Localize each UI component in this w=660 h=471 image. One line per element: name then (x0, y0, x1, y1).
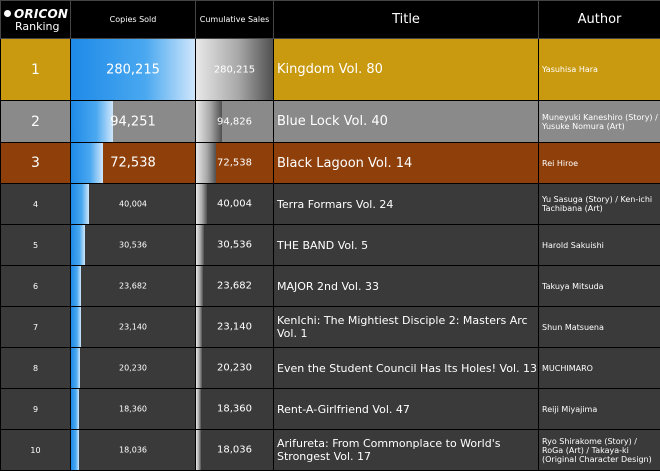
copies-sold-cell: 20,230 (71, 348, 196, 389)
rank-cell: 6 (1, 266, 71, 307)
copies-value: 72,538 (71, 156, 195, 171)
title-cell: Even the Student Council Has Its Holes! … (274, 348, 539, 389)
rank-cell: 8 (1, 348, 71, 389)
cumulative-value: 30,536 (196, 240, 273, 251)
author-cell: Rei Hiroe (539, 143, 660, 184)
author-cell: Reiji Miyajima (539, 389, 660, 430)
cumulative-sales-cell: 72,538 (196, 143, 274, 184)
cumulative-sales-cell: 18,036 (196, 430, 274, 471)
title-header: Title (274, 1, 539, 39)
oricon-logo-icon (4, 10, 11, 17)
title-cell: THE BAND Vol. 5 (274, 225, 539, 266)
title-cell: KenIchi: The Mightiest Disciple 2: Maste… (274, 307, 539, 348)
copies-sold-cell: 280,215 (71, 39, 196, 101)
cumulative-value: 94,826 (196, 116, 273, 127)
author-cell: Yasuhisa Hara (539, 39, 660, 101)
author-cell: Yu Sasuga (Story) / Ken-ichi Tachibana (… (539, 184, 660, 225)
title-cell: Blue Lock Vol. 40 (274, 101, 539, 143)
copies-sold-cell: 18,036 (71, 430, 196, 471)
table-row: 723,14023,140KenIchi: The Mightiest Disc… (1, 307, 660, 348)
title-cell: Black Lagoon Vol. 14 (274, 143, 539, 184)
cumulative-value: 23,140 (196, 322, 273, 333)
cumulative-value: 40,004 (196, 199, 273, 210)
table-row: 1280,215280,215Kingdom Vol. 80Yasuhisa H… (1, 39, 660, 101)
copies-sold-cell: 18,360 (71, 389, 196, 430)
table-row: 918,36018,360Rent-A-Girlfriend Vol. 47Re… (1, 389, 660, 430)
copies-value: 40,004 (71, 200, 195, 209)
author-cell: Ryo Shirakome (Story) / RoGa (Art) / Tak… (539, 430, 660, 471)
copies-sold-header: Copies Sold (71, 1, 196, 39)
cumulative-sales-cell: 280,215 (196, 39, 274, 101)
author-header: Author (539, 1, 660, 39)
title-cell: Kingdom Vol. 80 (274, 39, 539, 101)
table-row: 440,00440,004Terra Formars Vol. 24Yu Sas… (1, 184, 660, 225)
table-row: 372,53872,538Black Lagoon Vol. 14Rei Hir… (1, 143, 660, 184)
cumulative-sales-cell: 30,536 (196, 225, 274, 266)
cumulative-sales-cell: 40,004 (196, 184, 274, 225)
copies-value: 20,230 (71, 364, 195, 373)
rank-cell: 1 (1, 39, 71, 101)
table-row: 294,25194,826Blue Lock Vol. 40Muneyuki K… (1, 101, 660, 143)
rank-cell: 7 (1, 307, 71, 348)
table-row: 623,68223,682MAJOR 2nd Vol. 33Takuya Mit… (1, 266, 660, 307)
copies-value: 18,360 (71, 405, 195, 414)
table-row: 820,23020,230Even the Student Council Ha… (1, 348, 660, 389)
copies-value: 23,140 (71, 323, 195, 332)
author-cell: Harold Sakuishi (539, 225, 660, 266)
cumulative-value: 20,230 (196, 363, 273, 374)
copies-sold-cell: 72,538 (71, 143, 196, 184)
cumulative-value: 18,360 (196, 404, 273, 415)
rank-cell: 5 (1, 225, 71, 266)
header-row: ORICON Ranking Copies Sold Cumulative Sa… (1, 1, 660, 39)
table-row: 1018,03618,036Arifureta: From Commonplac… (1, 430, 660, 471)
rank-cell: 4 (1, 184, 71, 225)
copies-sold-cell: 23,682 (71, 266, 196, 307)
cumulative-value: 280,215 (196, 64, 273, 75)
copies-sold-cell: 40,004 (71, 184, 196, 225)
cumulative-sales-cell: 20,230 (196, 348, 274, 389)
rank-cell: 3 (1, 143, 71, 184)
copies-value: 94,251 (71, 114, 195, 129)
cumulative-sales-cell: 18,360 (196, 389, 274, 430)
title-cell: Rent-A-Girlfriend Vol. 47 (274, 389, 539, 430)
cumulative-sales-header: Cumulative Sales (196, 1, 274, 39)
brand-header: ORICON Ranking (1, 1, 71, 39)
copies-sold-cell: 30,536 (71, 225, 196, 266)
title-cell: Arifureta: From Commonplace to World's S… (274, 430, 539, 471)
ranking-label: Ranking (4, 21, 70, 33)
cumulative-value: 23,682 (196, 281, 273, 292)
rank-cell: 10 (1, 430, 71, 471)
cumulative-sales-cell: 23,682 (196, 266, 274, 307)
rank-cell: 2 (1, 101, 71, 143)
copies-value: 30,536 (71, 241, 195, 250)
cumulative-value: 18,036 (196, 445, 273, 456)
ranking-table: ORICON Ranking Copies Sold Cumulative Sa… (0, 0, 660, 471)
cumulative-value: 72,538 (196, 158, 273, 169)
author-cell: Muneyuki Kaneshiro (Story) / Yusuke Nomu… (539, 101, 660, 143)
cumulative-sales-cell: 23,140 (196, 307, 274, 348)
copies-sold-cell: 94,251 (71, 101, 196, 143)
author-cell: Shun Matsuena (539, 307, 660, 348)
title-cell: Terra Formars Vol. 24 (274, 184, 539, 225)
copies-sold-cell: 23,140 (71, 307, 196, 348)
cumulative-sales-cell: 94,826 (196, 101, 274, 143)
copies-value: 280,215 (71, 62, 195, 77)
copies-value: 18,036 (71, 446, 195, 455)
brand-name: ORICON (14, 7, 68, 21)
title-cell: MAJOR 2nd Vol. 33 (274, 266, 539, 307)
rank-cell: 9 (1, 389, 71, 430)
author-cell: MUCHIMARO (539, 348, 660, 389)
author-cell: Takuya Mitsuda (539, 266, 660, 307)
copies-value: 23,682 (71, 282, 195, 291)
table-row: 530,53630,536THE BAND Vol. 5Harold Sakui… (1, 225, 660, 266)
